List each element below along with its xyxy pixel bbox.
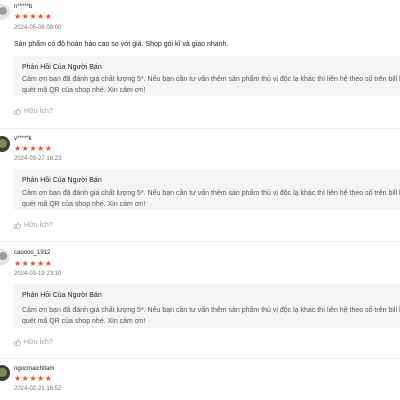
review-username: caoooo_1912 xyxy=(14,250,51,256)
review-date: 2024-02-21 16:52 xyxy=(14,386,62,392)
star-rating: ★★★★★ xyxy=(14,144,53,153)
helpful-label: Hữu Ích? xyxy=(24,339,53,346)
review-username: n*****b xyxy=(14,4,33,10)
review-username: ngocmaichitam xyxy=(14,366,55,372)
review-divider xyxy=(0,358,400,359)
review-username: v*****k xyxy=(14,136,32,142)
seller-reply-title: Phản Hồi Của Người Bán xyxy=(22,292,102,299)
seller-reply-title: Phản Hồi Của Người Bán xyxy=(22,64,102,71)
review-divider xyxy=(0,241,400,242)
seller-reply-text: Cảm ơn bạn đã đánh giá chất lượng 5*. Nế… xyxy=(22,307,400,314)
helpful-button[interactable]: Hữu Ích? xyxy=(14,339,53,346)
avatar[interactable] xyxy=(0,249,10,265)
seller-reply-text: quét mã QR của shop nhé. Xin cảm ơn! xyxy=(22,87,146,94)
thumbs-up-icon xyxy=(14,108,21,115)
review-date: 2024-05-06 08:00 xyxy=(14,25,62,31)
seller-reply-text: Cảm ơn bạn đã đánh giá chất lượng 5*. Nế… xyxy=(22,76,400,83)
seller-reply-text: quét mã QR của shop nhé. Xin cảm ơn! xyxy=(22,201,146,208)
seller-reply-text: quét mã QR của shop nhé. Xin cảm ơn! xyxy=(22,318,146,325)
helpful-label: Hữu Ích? xyxy=(24,222,53,229)
thumbs-up-icon xyxy=(14,222,21,229)
avatar[interactable] xyxy=(0,4,10,20)
helpful-button[interactable]: Hữu Ích? xyxy=(14,222,53,229)
seller-reply-title: Phản Hồi Của Người Bán xyxy=(22,177,102,184)
helpful-label: Hữu Ích? xyxy=(24,108,53,115)
seller-reply: Phản Hồi Của Người Bán Cảm ơn bạn đã đán… xyxy=(14,56,400,96)
reviews-list: n*****b ★★★★★ 2024-05-06 08:00 Sản phẩm … xyxy=(0,0,400,400)
review-divider xyxy=(0,128,400,129)
seller-reply-text: Cảm ơn bạn đã đánh giá chất lượng 5*. Nế… xyxy=(22,190,400,197)
star-rating: ★★★★★ xyxy=(14,259,53,268)
thumbs-up-icon xyxy=(14,339,21,346)
avatar[interactable] xyxy=(0,136,10,152)
review-date: 2024-03-27 16:23 xyxy=(14,156,62,162)
star-rating: ★★★★★ xyxy=(14,374,53,383)
star-rating: ★★★★★ xyxy=(14,12,53,21)
seller-reply: Phản Hồi Của Người Bán Cảm ơn bạn đã đán… xyxy=(14,169,400,210)
seller-reply: Phản Hồi Của Người Bán Cảm ơn bạn đã đán… xyxy=(14,284,400,328)
review-date: 2024-03-19 23:10 xyxy=(14,271,62,277)
helpful-button[interactable]: Hữu Ích? xyxy=(14,108,53,115)
review-comment: Sản phẩm có độ hoàn hảo cao so với giá. … xyxy=(14,41,229,48)
avatar[interactable] xyxy=(0,365,10,381)
